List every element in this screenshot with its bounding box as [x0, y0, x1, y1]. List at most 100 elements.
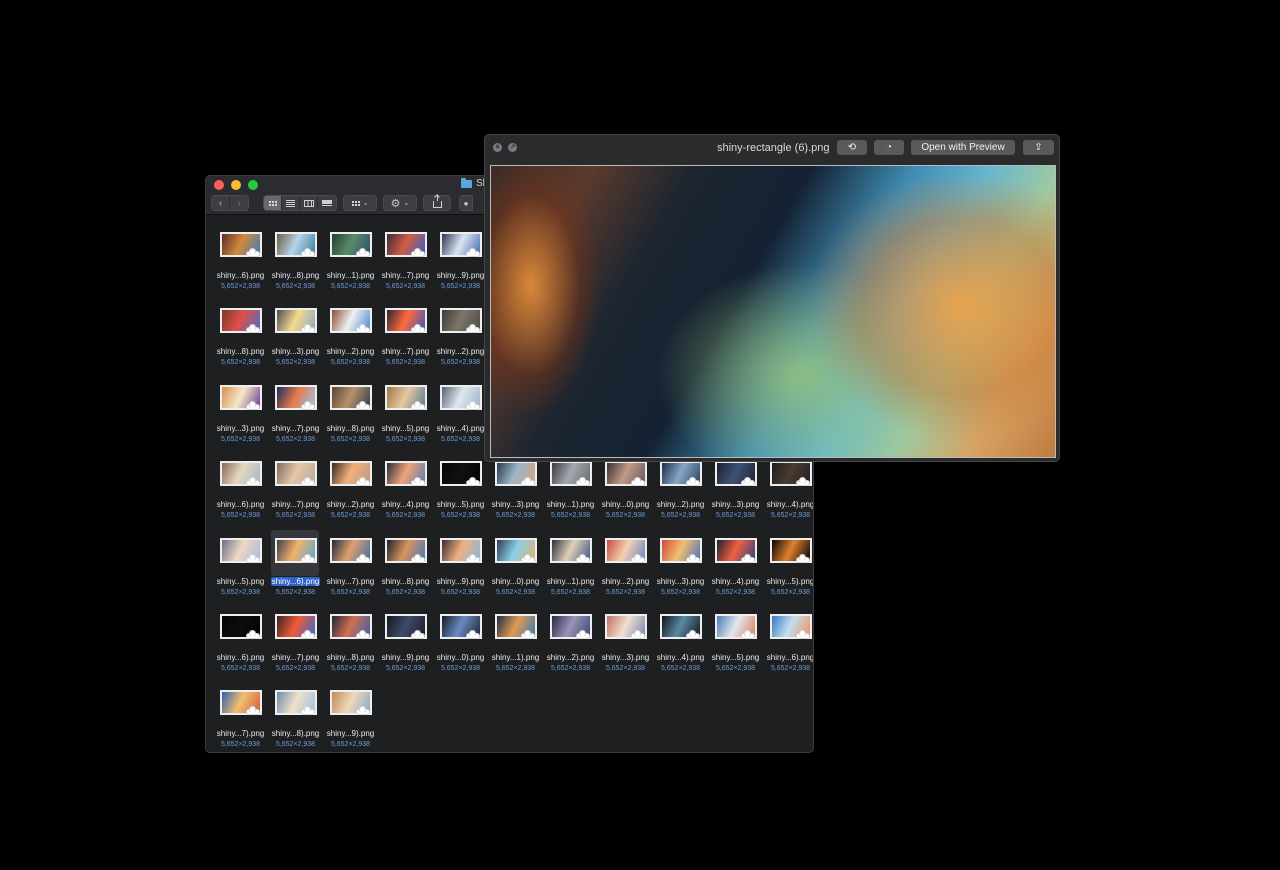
file-item[interactable]: shiny...1).png 5,652×2,938	[323, 224, 378, 296]
file-item[interactable]: shiny...2).png 5,652×2,938	[433, 300, 488, 372]
file-item[interactable]: shiny...7).png 5,652×2,938	[268, 453, 323, 525]
file-item[interactable]: shiny...9).png 5,652×2,938	[433, 224, 488, 296]
file-item[interactable]: shiny...1).png 5,652×2,938	[543, 453, 598, 525]
back-button[interactable]: ‹	[212, 196, 230, 210]
icloud-icon	[631, 553, 645, 563]
file-item[interactable]: shiny...3).png 5,652×2,938	[268, 300, 323, 372]
file-item[interactable]: shiny...3).png 5,652×2,938	[488, 453, 543, 525]
column-view-button[interactable]	[300, 196, 318, 210]
file-item[interactable]: shiny...1).png 5,652×2,938	[543, 530, 598, 602]
markup-button[interactable]: ◔	[874, 140, 904, 155]
icloud-icon	[741, 630, 755, 639]
chevron-left-icon: ‹	[218, 197, 223, 209]
file-item[interactable]: shiny...6).png 5,652×2,938	[213, 606, 268, 678]
file-item[interactable]: shiny...8).png 5,652×2,938	[268, 224, 323, 296]
list-view-button[interactable]	[282, 196, 300, 210]
minimize-window-button[interactable]	[231, 180, 241, 190]
file-item[interactable]: shiny...8).png 5,652×2,938	[213, 300, 268, 372]
file-thumbnail-area	[271, 300, 319, 346]
fullscreen-icon[interactable]: ↗	[508, 143, 517, 152]
file-item[interactable]: shiny...7).png 5,652×2,938	[323, 530, 378, 602]
action-button[interactable]: ⚙ ⌄	[383, 195, 417, 211]
group-by-button[interactable]: ⌄	[343, 195, 377, 211]
file-dimensions: 5,652×2,938	[715, 588, 756, 596]
file-item[interactable]: shiny...2).png 5,652×2,938	[323, 453, 378, 525]
file-dimensions: 5,652×2,938	[275, 435, 316, 443]
file-item[interactable]: shiny...6).png 5,652×2,938	[763, 606, 813, 678]
icloud-icon	[301, 630, 315, 639]
file-item[interactable]: shiny...2).png 5,652×2,938	[543, 606, 598, 678]
icloud-icon	[686, 553, 700, 563]
file-item[interactable]: shiny...3).png 5,652×2,938	[598, 606, 653, 678]
file-name-text: shiny...0).png	[491, 576, 540, 586]
file-item[interactable]: shiny...9).png 5,652×2,938	[378, 606, 433, 678]
file-item[interactable]: shiny...8).png 5,652×2,938	[323, 606, 378, 678]
file-item[interactable]: shiny...3).png 5,652×2,938	[213, 377, 268, 449]
file-item[interactable]: shiny...4).png 5,652×2,938	[653, 606, 708, 678]
file-item[interactable]: shiny...0).png 5,652×2,938	[598, 453, 653, 525]
share-button[interactable]	[423, 195, 451, 211]
file-item[interactable]: shiny...6).png 5,652×2,938	[213, 224, 268, 296]
file-thumbnail-area	[326, 377, 374, 423]
file-name-text: shiny...9).png	[436, 576, 485, 586]
icon-view-icon	[268, 200, 277, 206]
open-with-preview-button[interactable]: Open with Preview	[911, 140, 1015, 155]
file-item[interactable]: shiny...8).png 5,652×2,938	[323, 377, 378, 449]
file-item[interactable]: shiny...6).png 5,652×2,938	[213, 453, 268, 525]
file-item[interactable]: shiny...1).png 5,652×2,938	[488, 606, 543, 678]
file-thumbnail-area	[326, 453, 374, 499]
back-forward-control: ‹ ›	[211, 195, 249, 211]
gallery-view-button[interactable]	[318, 196, 336, 210]
file-name: shiny...7).png	[374, 271, 437, 281]
file-item[interactable]: shiny...0).png 5,652×2,938	[488, 530, 543, 602]
file-dimensions: 5,652×2,938	[330, 741, 371, 749]
file-item[interactable]: shiny...7).png 5,652×2,938	[378, 300, 433, 372]
file-thumbnail-area	[326, 606, 374, 652]
file-item[interactable]: shiny...4).png 5,652×2,938	[708, 530, 763, 602]
icloud-icon	[246, 630, 260, 639]
file-thumbnail-area	[436, 606, 484, 652]
file-thumbnail-area	[436, 530, 484, 576]
tags-button[interactable]: ●	[459, 195, 473, 211]
icloud-icon	[576, 553, 590, 563]
file-item[interactable]: shiny...8).png 5,652×2,938	[378, 530, 433, 602]
file-item[interactable]: shiny...3).png 5,652×2,938	[708, 453, 763, 525]
file-item[interactable]: shiny...0).png 5,652×2,938	[433, 606, 488, 678]
file-item[interactable]: shiny...7).png 5,652×2,938	[268, 606, 323, 678]
icloud-icon	[411, 248, 425, 257]
file-item[interactable]: shiny...4).png 5,652×2,938	[378, 453, 433, 525]
file-item[interactable]: shiny...7).png 5,652×2,938	[268, 377, 323, 449]
file-item[interactable]: shiny...7).png 5,652×2,938	[378, 224, 433, 296]
file-item[interactable]: shiny...5).png 5,652×2,938	[378, 377, 433, 449]
folder-icon	[461, 177, 472, 188]
file-item[interactable]: shiny...2).png 5,652×2,938	[323, 300, 378, 372]
file-name-text: shiny...8).png	[381, 576, 430, 586]
file-item[interactable]: shiny...6).png 5,652×2,938	[268, 529, 323, 602]
file-item[interactable]: shiny...5).png 5,652×2,938	[213, 530, 268, 602]
file-item[interactable]: shiny...8).png 5,652×2,938	[268, 682, 323, 752]
close-window-button[interactable]	[214, 180, 224, 190]
file-item[interactable]: shiny...4).png 5,652×2,938	[763, 453, 813, 525]
file-item[interactable]: shiny...5).png 5,652×2,938	[708, 606, 763, 678]
file-name: shiny...3).png	[704, 500, 767, 510]
markup-icon: ◔	[885, 142, 893, 153]
zoom-window-button[interactable]	[248, 180, 258, 190]
file-item[interactable]: shiny...5).png 5,652×2,938	[433, 453, 488, 525]
file-thumbnail-area	[436, 300, 484, 346]
file-item[interactable]: shiny...9).png 5,652×2,938	[323, 682, 378, 752]
close-icon[interactable]: ×	[493, 143, 502, 152]
file-item[interactable]: shiny...2).png 5,652×2,938	[598, 530, 653, 602]
file-item[interactable]: shiny...7).png 5,652×2,938	[213, 682, 268, 752]
icon-view-button[interactable]	[264, 196, 282, 210]
file-name: shiny...2).png	[319, 500, 382, 510]
file-item[interactable]: shiny...4).png 5,652×2,938	[433, 377, 488, 449]
forward-button[interactable]: ›	[230, 196, 248, 210]
file-item[interactable]: shiny...5).png 5,652×2,938	[763, 530, 813, 602]
file-item[interactable]: shiny...9).png 5,652×2,938	[433, 530, 488, 602]
file-item[interactable]: shiny...2).png 5,652×2,938	[653, 453, 708, 525]
file-item[interactable]: shiny...3).png 5,652×2,938	[653, 530, 708, 602]
file-name-text: shiny...7).png	[381, 347, 430, 357]
share-button[interactable]: ⇪	[1023, 140, 1054, 155]
rotate-button[interactable]: ⟲	[837, 140, 867, 155]
file-name-text: shiny...1).png	[491, 653, 540, 662]
